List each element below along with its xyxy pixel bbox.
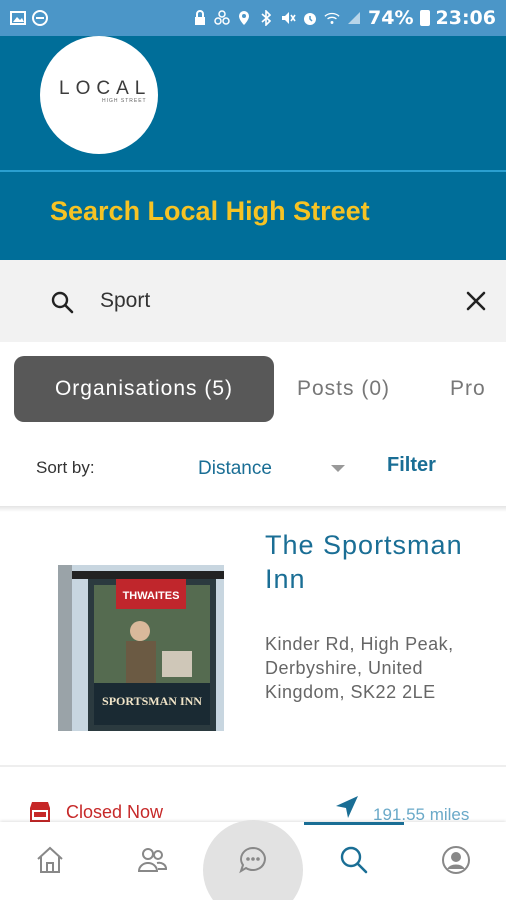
header-divider — [0, 170, 506, 172]
search-icon — [50, 290, 74, 319]
tab-pro[interactable]: Pro — [450, 356, 486, 422]
recycle-icon — [214, 10, 230, 26]
people-icon[interactable] — [132, 840, 172, 880]
chat-icon[interactable] — [233, 840, 273, 880]
chevron-down-icon[interactable] — [331, 465, 345, 472]
sort-row: Sort by: Distance Filter — [0, 434, 506, 506]
mute-icon — [280, 10, 296, 26]
alarm-icon — [302, 10, 318, 26]
bottom-nav — [0, 820, 506, 900]
logo-subtext: HIGH STREET — [102, 98, 147, 104]
opening-status: Closed Now — [66, 802, 164, 822]
tab-posts[interactable]: Posts (0) — [297, 356, 390, 422]
sort-select[interactable]: Distance — [198, 458, 272, 480]
status-bar: 74% 23:06 — [0, 0, 506, 36]
sign-brand: THWAITES — [123, 590, 180, 602]
location-icon — [236, 10, 252, 26]
card-divider — [0, 765, 506, 767]
search-icon[interactable] — [334, 840, 374, 880]
close-icon[interactable] — [466, 291, 486, 316]
home-icon[interactable] — [30, 840, 70, 880]
result-card[interactable]: THWAITES SPORTSMAN INN The Sportsman Inn… — [0, 512, 506, 767]
sign-name: SPORTSMAN INN — [102, 694, 202, 708]
results-tabs: Organisations (5) Posts (0) Pro — [0, 342, 506, 434]
app-screen: 74% 23:06 LOCAL HIGH STREET Search Local… — [0, 0, 506, 900]
result-image[interactable]: THWAITES SPORTSMAN INN — [58, 565, 224, 731]
search-input[interactable] — [100, 284, 440, 318]
app-header: LOCAL HIGH STREET Search Local High Stre… — [0, 36, 506, 260]
app-logo[interactable]: LOCAL HIGH STREET — [40, 36, 158, 154]
tab-organisations[interactable]: Organisations (5) — [14, 356, 274, 422]
page-title: Search Local High Street — [50, 196, 370, 226]
result-title[interactable]: The Sportsman Inn — [265, 528, 485, 596]
signal-icon — [346, 10, 362, 26]
battery-percent: 74% — [368, 7, 414, 29]
logo-text: LOCAL — [59, 78, 152, 99]
filter-button[interactable]: Filter — [387, 454, 436, 477]
battery-icon — [419, 10, 430, 26]
clock-time: 23:06 — [435, 7, 496, 29]
lock-icon — [192, 10, 208, 26]
minus-circle-icon — [32, 10, 48, 26]
image-icon — [10, 10, 26, 26]
nav-active-indicator — [304, 822, 404, 825]
wifi-icon — [324, 10, 340, 26]
navigation-arrow-icon[interactable] — [334, 794, 360, 825]
search-bar — [0, 260, 506, 342]
account-icon[interactable] — [436, 840, 476, 880]
bluetooth-icon — [258, 10, 274, 26]
sort-label: Sort by: — [36, 458, 95, 477]
result-address: Kinder Rd, High Peak, Derbyshire, United… — [265, 634, 454, 702]
